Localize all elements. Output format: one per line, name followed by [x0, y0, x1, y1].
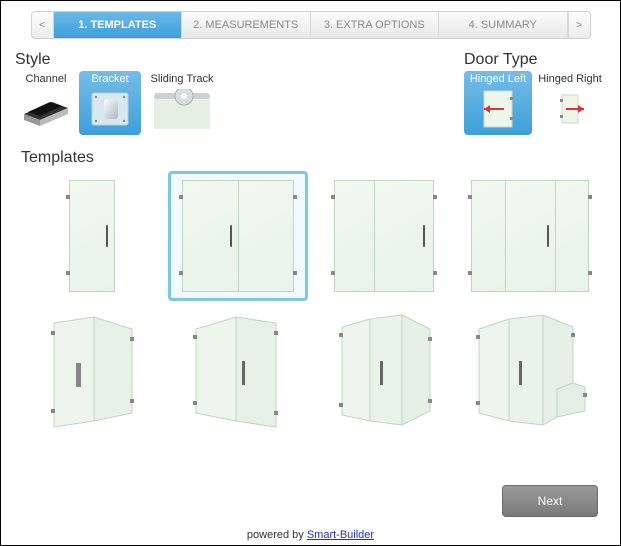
door-type-title: Door Type	[464, 51, 606, 69]
style-option-channel[interactable]: Channel	[15, 71, 77, 135]
templates-title: Templates	[21, 149, 606, 167]
step-summary[interactable]: 4. SUMMARY	[439, 12, 568, 38]
style-option-label: Sliding Track	[143, 73, 221, 85]
step-prev-button[interactable]: <	[32, 12, 54, 38]
bracket-icon	[83, 87, 137, 131]
style-option-label: Channel	[15, 73, 77, 85]
door-type-label: Hinged Left	[464, 73, 532, 85]
template-corner-panel-left[interactable]	[314, 307, 454, 437]
footer-text: powered by	[247, 529, 307, 541]
door-type-section: Door Type Hinged Left	[464, 51, 606, 135]
style-option-bracket[interactable]: Bracket	[79, 71, 141, 135]
options-row: Style Channel Bracket	[15, 51, 606, 135]
next-button[interactable]: Next	[502, 485, 598, 517]
template-corner-step[interactable]	[460, 307, 600, 437]
template-corner-right[interactable]	[168, 307, 308, 437]
templates-grid	[15, 171, 606, 437]
app-frame: < 1. TEMPLATES 2. MEASUREMENTS 3. EXTRA …	[0, 0, 621, 546]
template-single-door[interactable]	[22, 171, 162, 301]
style-options: Channel Bracket	[15, 71, 221, 135]
hinged-left-icon	[471, 87, 525, 131]
template-door-and-panel[interactable]	[168, 171, 308, 301]
footer-link[interactable]: Smart-Builder	[307, 529, 374, 541]
corner-glass-icon	[32, 313, 152, 431]
step-measurements[interactable]: 2. MEASUREMENTS	[182, 12, 311, 38]
corner-glass-icon	[324, 313, 444, 431]
hinged-right-icon	[543, 87, 597, 131]
corner-glass-icon	[178, 313, 298, 431]
style-section: Style Channel Bracket	[15, 51, 221, 135]
door-type-hinged-left[interactable]: Hinged Left	[464, 71, 532, 135]
step-bar: < 1. TEMPLATES 2. MEASUREMENTS 3. EXTRA …	[31, 11, 591, 39]
step-templates[interactable]: 1. TEMPLATES	[54, 12, 183, 38]
corner-glass-icon	[465, 313, 595, 431]
footer: powered by Smart-Builder	[1, 529, 620, 541]
door-type-label: Hinged Right	[534, 73, 606, 85]
template-double-panel-door[interactable]	[460, 171, 600, 301]
style-title: Style	[15, 51, 221, 69]
template-corner-left[interactable]	[22, 307, 162, 437]
door-type-options: Hinged Left Hinged Right	[464, 71, 606, 135]
template-panel-and-door[interactable]	[314, 171, 454, 301]
style-option-sliding-track[interactable]: Sliding Track	[143, 71, 221, 135]
door-type-hinged-right[interactable]: Hinged Right	[534, 71, 606, 135]
style-option-label: Bracket	[79, 73, 141, 85]
channel-icon	[19, 87, 73, 131]
step-extra-options[interactable]: 3. EXTRA OPTIONS	[311, 12, 440, 38]
sliding-track-icon	[152, 87, 212, 131]
step-next-button[interactable]: >	[568, 12, 590, 38]
